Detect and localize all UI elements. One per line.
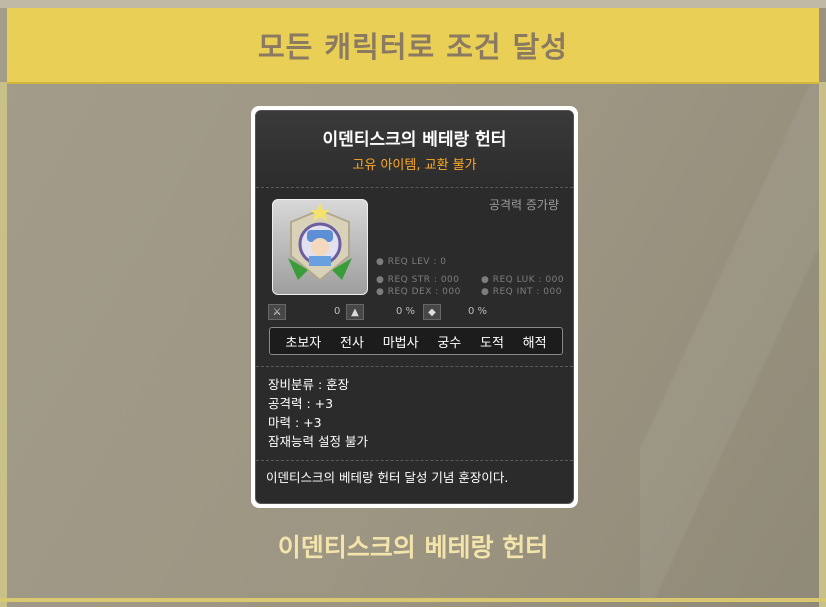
job-beginner: 초보자 — [285, 335, 322, 351]
attack-increase-label: 공격력 증가량 — [488, 198, 559, 212]
stat-attack: 공격력 : +3 — [268, 396, 334, 411]
divider — [256, 187, 573, 188]
stat-category: 장비분류 : 훈장 — [268, 377, 350, 392]
job-thief: 도적 — [480, 335, 504, 351]
mini-value-2: 0 % — [396, 306, 416, 317]
item-stats: 장비분류 : 훈장 공격력 : +3 마력 : +3 잠재능력 설정 불가 — [268, 375, 368, 451]
item-description: 이덴티스크의 베테랑 헌터 달성 기념 훈장이다. — [266, 470, 509, 485]
top-edge — [0, 0, 826, 8]
divider — [256, 460, 573, 461]
banner-text: 모든 캐릭터로 조건 달성 — [257, 30, 569, 64]
item-icon — [272, 199, 368, 295]
bottom-border — [0, 598, 826, 602]
tooltip-header: 이덴티스크의 베테랑 헌터 고유 아이템, 교환 불가 — [256, 111, 573, 187]
job-requirements: 초보자 전사 마법사 궁수 도적 해적 — [269, 327, 563, 355]
condition-banner: 모든 캐릭터로 조건 달성 — [7, 8, 819, 84]
achievement-name: 이덴티스크의 베테랑 헌터 — [277, 533, 549, 562]
background-stripe — [640, 82, 820, 602]
divider — [256, 366, 573, 367]
req-luk: ● REQ LUK : 000 — [481, 275, 565, 285]
item-name: 이덴티스크의 베테랑 헌터 — [322, 130, 507, 150]
mini-value-3: 0 % — [468, 306, 488, 317]
helmet-icon: ▲ — [346, 304, 364, 320]
item-tag: 고유 아이템, 교환 불가 — [352, 158, 477, 173]
req-dex: ● REQ DEX : 000 — [376, 287, 461, 297]
stat-potential: 잠재능력 설정 불가 — [268, 434, 368, 449]
item-tooltip-body: 이덴티스크의 베테랑 헌터 고유 아이템, 교환 불가 공격력 증가량 ● RE… — [255, 110, 574, 504]
job-magician: 마법사 — [382, 335, 419, 351]
shield-icon: ◆ — [423, 304, 441, 320]
req-level: ● REQ LEV : 0 — [376, 257, 447, 267]
req-str: ● REQ STR : 000 — [376, 275, 460, 285]
job-archer: 궁수 — [437, 335, 462, 351]
job-warrior: 전사 — [340, 335, 364, 351]
req-int: ● REQ INT : 000 — [481, 287, 562, 297]
job-pirate: 해적 — [522, 335, 547, 351]
item-tooltip: 이덴티스크의 베테랑 헌터 고유 아이템, 교환 불가 공격력 증가량 ● RE… — [251, 106, 578, 508]
stat-magic: 마력 : +3 — [268, 415, 322, 430]
sword-crossed-icon: ⚔ — [268, 304, 286, 320]
mini-value-1: 0 — [334, 306, 341, 317]
medal-icon — [288, 203, 352, 282]
